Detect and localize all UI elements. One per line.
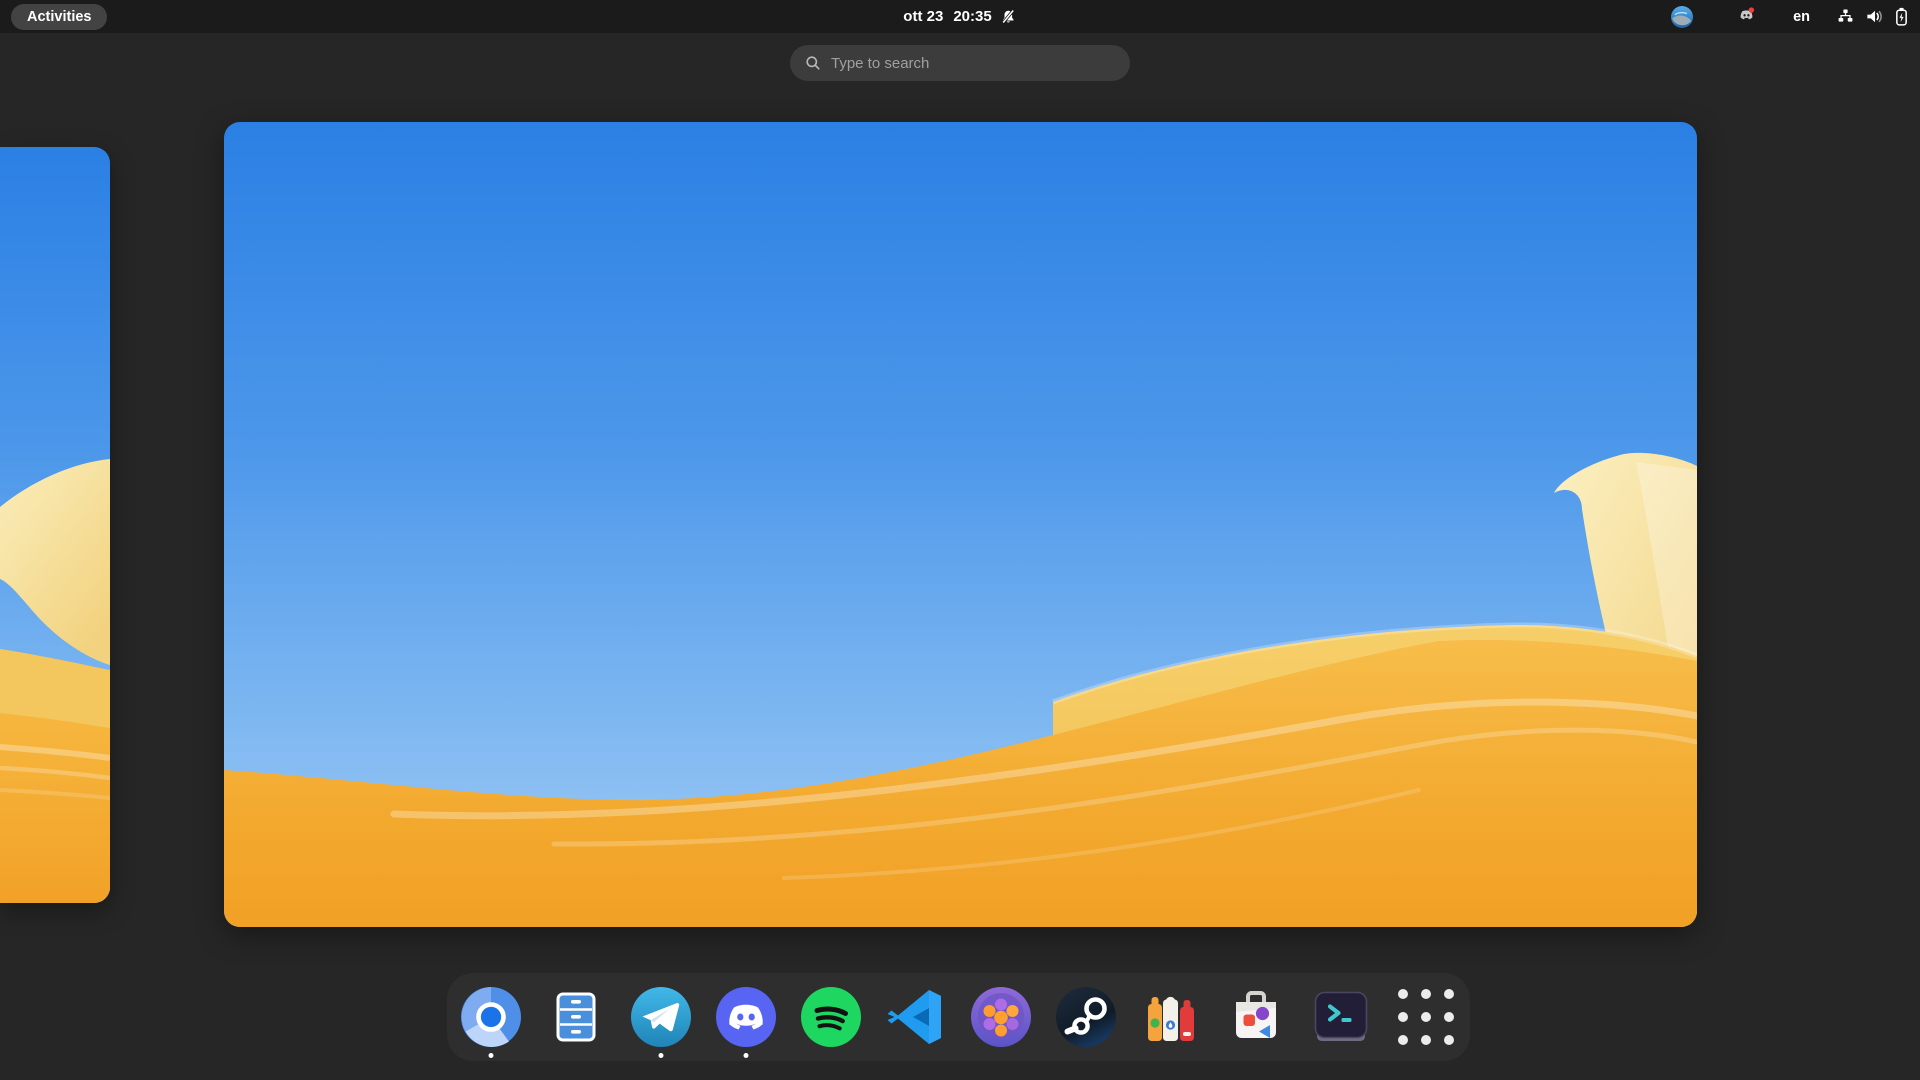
search-input[interactable]: Type to search [790,45,1130,81]
dock-item-spotify[interactable] [799,985,863,1049]
software-store-icon [1236,991,1276,1038]
app-grid-dot [1398,1012,1408,1022]
clock: ott 23 20:35 [903,8,991,25]
files-icon [556,992,596,1042]
dock-item-telegram[interactable] [629,985,693,1058]
dock-item-molecule-app[interactable] [969,985,1033,1049]
activities-button[interactable]: Activities [11,4,108,30]
battery-charging-icon[interactable] [1895,7,1908,26]
app-grid-dot [1421,1035,1431,1045]
discord-tray-icon[interactable] [1736,6,1757,27]
app-grid-dot [1444,989,1454,999]
app-grid-dot [1421,1012,1431,1022]
clock-menu-button[interactable]: ott 23 20:35 [903,0,1016,33]
app-grid-dot [1421,989,1431,999]
vscode-icon [887,990,941,1044]
spotify-icon [801,987,861,1047]
wallpaper [224,122,1697,927]
dock-item-files[interactable] [544,985,608,1049]
search-icon [805,55,821,71]
top-bar: Activities ott 23 20:35 en [0,0,1920,33]
wallpaper [0,147,110,903]
wired-network-icon[interactable] [1837,8,1854,25]
show-apps-button[interactable] [1394,985,1458,1049]
app-grid-dot [1398,1035,1408,1045]
dash-dock [447,973,1470,1061]
workspace-preview-main[interactable] [224,122,1697,927]
search-placeholder: Type to search [831,54,930,72]
running-indicator [658,1053,664,1058]
telegram-icon [631,987,691,1047]
keyboard-layout-indicator[interactable]: en [1793,9,1810,25]
app-grid-dot [1444,1012,1454,1022]
blue-app-tray-icon[interactable] [1670,5,1694,29]
chromium-icon [461,987,521,1047]
app-grid-dot [1398,989,1408,999]
molecule-app-icon [971,987,1031,1047]
console-icon [1314,991,1368,1041]
dock-item-chromium[interactable] [459,985,523,1058]
running-indicator [743,1053,749,1058]
discord-icon [716,987,776,1047]
bell-muted-icon [1001,8,1017,25]
clock-date: ott 23 [903,8,944,25]
clock-time: 20:35 [953,8,992,25]
dock-item-discord[interactable] [714,985,778,1058]
workspace-preview-left[interactable] [0,147,110,903]
steam-icon [1056,987,1116,1047]
dock-item-software[interactable] [1224,985,1288,1049]
system-tray: en [1670,0,1908,33]
dock-item-console[interactable] [1309,985,1373,1049]
volume-icon[interactable] [1865,8,1884,25]
dock-item-steam[interactable] [1054,985,1118,1049]
app-grid-dot [1444,1035,1454,1045]
dock-item-vscode[interactable] [884,985,948,1049]
running-indicator [488,1053,494,1058]
dock-item-bottles[interactable] [1139,985,1203,1049]
bottles-icon [1148,996,1194,1041]
